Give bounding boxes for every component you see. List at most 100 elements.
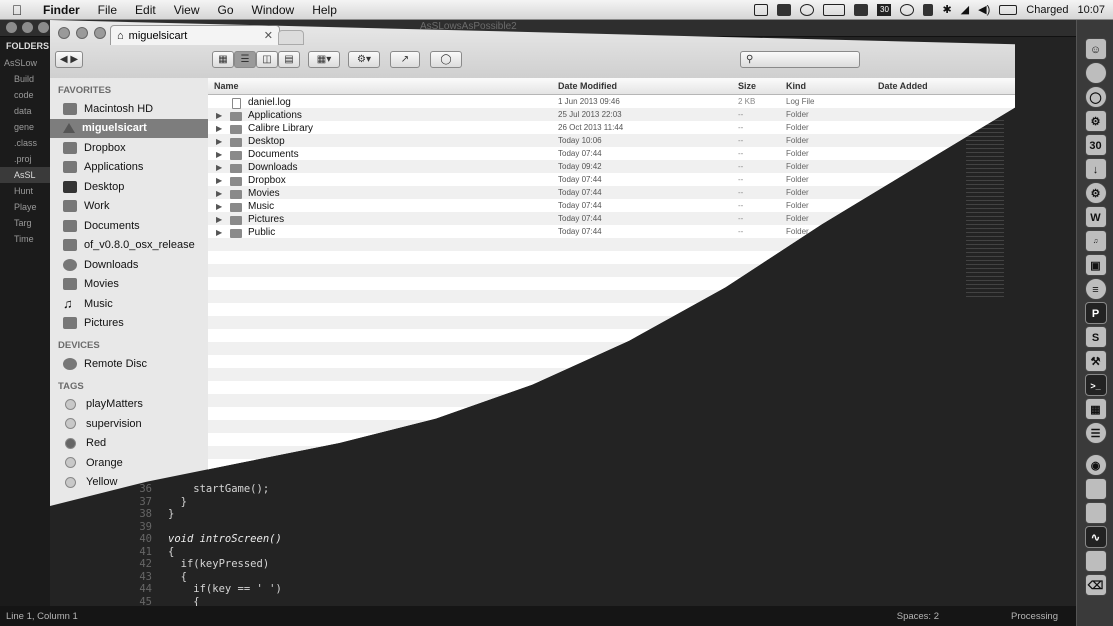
menu-finder[interactable]: Finder xyxy=(34,3,89,17)
tab-close-icon[interactable]: ✕ xyxy=(264,29,273,42)
coverflow-view-button[interactable]: ▤ xyxy=(278,51,300,68)
disclosure-triangle-icon[interactable]: ▶ xyxy=(216,163,222,172)
sidebar-item-selected[interactable]: AsSL xyxy=(0,167,50,183)
tag-yellow[interactable]: Yellow xyxy=(50,473,208,493)
arrange-button[interactable]: ▦▾ xyxy=(308,51,340,68)
file-row[interactable]: ▶ Documents Today 07:44 -- Folder xyxy=(208,149,1015,162)
p-icon[interactable]: P xyxy=(1084,302,1107,324)
menu-help[interactable]: Help xyxy=(303,3,346,17)
column-size[interactable]: Size xyxy=(738,81,756,91)
list-view-button[interactable]: ☰ xyxy=(234,51,256,68)
volume-icon[interactable]: ◀) xyxy=(978,3,990,16)
activity-graph-icon[interactable] xyxy=(823,3,846,16)
trash-icon[interactable]: ⌫ xyxy=(1084,574,1107,596)
editor-minimize-button[interactable] xyxy=(22,22,33,33)
grid-icon[interactable]: ▦ xyxy=(1084,398,1107,420)
pages-icon[interactable]: W xyxy=(1084,206,1107,228)
sync-icon[interactable] xyxy=(900,3,915,16)
s-icon[interactable]: S xyxy=(1084,326,1107,348)
indentation-setting[interactable]: Spaces: 2 xyxy=(897,611,939,622)
folder-icon[interactable] xyxy=(1084,478,1107,500)
tag-playmatters[interactable]: playMatters xyxy=(50,395,208,415)
tag-orange[interactable]: Orange xyxy=(50,453,208,473)
menu-edit[interactable]: Edit xyxy=(126,3,165,17)
dropbox-menu-icon[interactable] xyxy=(854,3,869,16)
back-forward-buttons[interactable]: ◀ ▶ xyxy=(55,51,83,68)
display-icon[interactable] xyxy=(754,3,769,16)
disclosure-triangle-icon[interactable]: ▶ xyxy=(216,215,222,224)
menu-clock[interactable]: 10:07 xyxy=(1077,4,1105,16)
sidebar-item[interactable]: Build xyxy=(0,71,50,87)
disclosure-triangle-icon[interactable]: ▶ xyxy=(216,202,222,211)
folder-icon-3[interactable] xyxy=(1084,550,1107,572)
sidebar-item[interactable]: .class xyxy=(0,135,50,151)
sidebar-item-documents[interactable]: Documents xyxy=(50,216,208,236)
file-row[interactable]: ▶ Desktop Today 10:06 -- Folder xyxy=(208,136,1015,149)
book-icon[interactable]: ☰ xyxy=(1084,422,1107,444)
path-item[interactable]: miguelsicart xyxy=(377,492,430,503)
file-row[interactable]: ▶ Music Today 07:44 -- Folder xyxy=(208,201,1015,214)
layers-icon[interactable]: ≡ xyxy=(1084,278,1107,300)
tags-button[interactable]: ◯ xyxy=(430,51,462,68)
file-row[interactable]: ▶ Calibre Library 26 Oct 2013 11:44 -- Folde… xyxy=(208,123,1015,136)
disclosure-triangle-icon[interactable]: ▶ xyxy=(216,137,222,146)
column-view-button[interactable]: ◫ xyxy=(256,51,278,68)
photo-icon[interactable]: ▣ xyxy=(1084,254,1107,276)
sidebar-item-downloads[interactable]: Downloads xyxy=(50,255,208,275)
sidebar-item-remote-disc[interactable]: Remote Disc xyxy=(50,354,208,374)
editor-close-button[interactable] xyxy=(6,22,17,33)
download-icon[interactable]: ↓ xyxy=(1084,158,1107,180)
finder-tab[interactable]: ⌂ miguelsicart ✕ xyxy=(110,25,280,45)
path-item[interactable]: Users xyxy=(322,492,348,503)
file-row[interactable]: ▶ Movies Today 07:44 -- Folder xyxy=(208,188,1015,201)
sidebar-item[interactable]: Targ xyxy=(0,215,50,231)
sidebar-item[interactable]: code xyxy=(0,87,50,103)
calendar-menu-icon[interactable]: 30 xyxy=(877,3,892,16)
sidebar-item-applications[interactable]: Applications xyxy=(50,158,208,178)
disclosure-triangle-icon[interactable]: ▶ xyxy=(216,228,222,237)
system-preferences-icon[interactable]: ⚙ xyxy=(1084,110,1107,132)
chrome-icon[interactable]: ◯ xyxy=(1084,86,1107,108)
menu-file[interactable]: File xyxy=(89,3,126,17)
finder-zoom-button[interactable] xyxy=(94,27,106,39)
new-tab-button[interactable] xyxy=(278,30,304,45)
sidebar-item-work[interactable]: Work xyxy=(50,197,208,217)
file-row[interactable]: ▶ Applications 25 Jul 2013 22:03 -- Folder xyxy=(208,110,1015,123)
list-icon[interactable] xyxy=(777,3,792,16)
disclosure-triangle-icon[interactable]: ▶ xyxy=(216,111,222,120)
disclosure-triangle-icon[interactable]: ▶ xyxy=(216,189,222,198)
sidebar-item[interactable]: AsSLow xyxy=(0,55,50,71)
sidebar-item-of-release[interactable]: of_v0.8.0_osx_release xyxy=(50,236,208,256)
column-kind[interactable]: Kind xyxy=(786,81,806,91)
tag-red[interactable]: Red xyxy=(50,434,208,454)
terminal-icon[interactable]: >_ xyxy=(1084,374,1107,396)
sonts-icon[interactable]: ♫ xyxy=(1084,230,1107,252)
icon-view-button[interactable]: ▦ xyxy=(212,51,234,68)
globe-icon[interactable]: ◉ xyxy=(1084,454,1107,476)
apple-menu-icon[interactable]:  xyxy=(0,2,34,18)
bluetooth-icon[interactable]: ✱ xyxy=(942,3,951,16)
sidebar-item-dropbox[interactable]: Dropbox xyxy=(50,138,208,158)
settings-icon[interactable]: ⚙ xyxy=(1084,182,1107,204)
share-button[interactable]: ↗ xyxy=(390,51,420,68)
disclosure-triangle-icon[interactable]: ▶ xyxy=(216,124,222,133)
disclosure-triangle-icon[interactable]: ▶ xyxy=(216,176,222,185)
sidebar-item-macintosh-hd[interactable]: Macintosh HD xyxy=(50,99,208,119)
launchpad-icon[interactable] xyxy=(1084,62,1107,84)
file-row[interactable]: ▶ Pictures Today 07:44 -- Folder xyxy=(208,214,1015,227)
menu-window[interactable]: Window xyxy=(243,3,304,17)
path-item[interactable]: Macintosh HD xyxy=(230,492,293,503)
sidebar-item-pictures[interactable]: Pictures xyxy=(50,314,208,334)
sidebar-item-music[interactable]: ♫ Music xyxy=(50,294,208,314)
search-field[interactable]: ⚲ xyxy=(740,51,860,68)
disclosure-triangle-icon[interactable]: ▶ xyxy=(216,150,222,159)
finder-minimize-button[interactable] xyxy=(76,27,88,39)
sidebar-item-movies[interactable]: Movies xyxy=(50,275,208,295)
sidebar-item[interactable]: gene xyxy=(0,119,50,135)
file-row[interactable]: daniel.log 1 Jun 2013 09:46 2 KB Log File xyxy=(208,97,1015,110)
finder-icon[interactable]: ☺ xyxy=(1084,38,1107,60)
sidebar-item[interactable]: Hunt xyxy=(0,183,50,199)
menu-go[interactable]: Go xyxy=(209,3,243,17)
folder-icon-2[interactable] xyxy=(1084,502,1107,524)
tag-supervision[interactable]: supervision xyxy=(50,414,208,434)
